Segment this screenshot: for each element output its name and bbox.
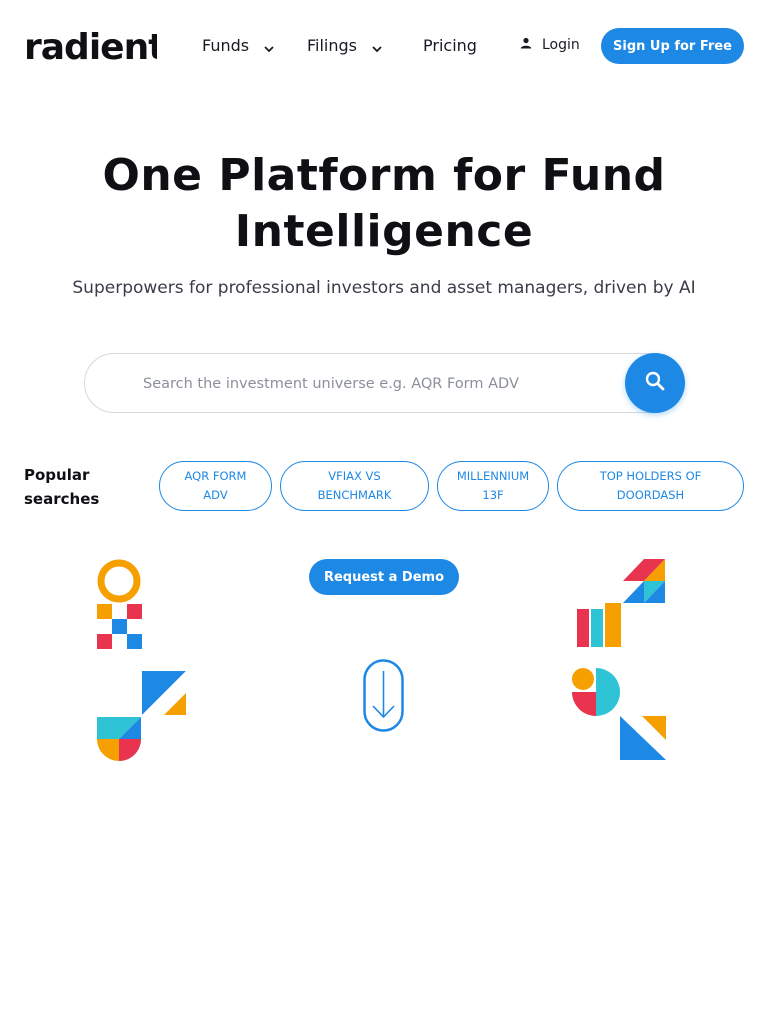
hero-subtitle: Superpowers for professional investors a… bbox=[72, 278, 696, 298]
decorative-shapes-bottom-right bbox=[572, 668, 668, 764]
nav-filings-label: Filings bbox=[307, 36, 358, 55]
nav-funds-menu[interactable]: Funds bbox=[202, 36, 275, 55]
chip-text-line1: MILLENNIUM bbox=[456, 469, 530, 483]
decorative-shapes-top-right bbox=[575, 559, 667, 653]
chip-text-line1: AQR FORM bbox=[184, 469, 247, 483]
popular-chip-millennium-13f[interactable]: MILLENNIUM 13F bbox=[437, 461, 549, 511]
svg-text:radient: radient bbox=[24, 29, 157, 63]
chip-text-line1: VFIAX VS bbox=[328, 469, 381, 483]
search-bar bbox=[84, 353, 684, 413]
radient-logo[interactable]: radient bbox=[24, 27, 166, 68]
arrow-down-icon[interactable] bbox=[363, 659, 404, 732]
top-navigation: radient Funds Filings Pricing Login Sign… bbox=[0, 0, 768, 92]
nav-pricing-label: Pricing bbox=[423, 36, 477, 55]
sign-up-button[interactable]: Sign Up for Free bbox=[601, 28, 744, 64]
decorative-shapes-bottom-left bbox=[96, 671, 188, 765]
hero-title: One Platform for Fund Intelligence bbox=[0, 148, 768, 260]
request-demo-button[interactable]: Request a Demo bbox=[309, 559, 459, 595]
search-input[interactable] bbox=[143, 372, 613, 396]
decorative-shapes-top-left bbox=[96, 559, 144, 653]
nav-filings-menu[interactable]: Filings bbox=[307, 36, 383, 55]
popular-label-line1: Popular bbox=[24, 466, 90, 484]
popular-chip-top-holders-doordash[interactable]: TOP HOLDERS OF DOORDASH bbox=[557, 461, 744, 511]
chip-text-line2: DOORDASH bbox=[616, 488, 685, 502]
hero-title-line2: Intelligence bbox=[234, 206, 534, 257]
chevron-down-icon bbox=[371, 40, 383, 52]
chip-text-line1: TOP HOLDERS OF bbox=[599, 469, 702, 483]
popular-searches-label: Popular searches bbox=[24, 463, 134, 511]
user-icon bbox=[520, 37, 532, 53]
nav-pricing-link[interactable]: Pricing bbox=[423, 36, 477, 55]
login-label: Login bbox=[542, 37, 580, 53]
popular-label-line2: searches bbox=[24, 490, 100, 508]
chevron-down-icon bbox=[263, 40, 275, 52]
chip-text-line2: ADV bbox=[203, 488, 228, 502]
search-icon bbox=[644, 370, 666, 396]
chip-text-line2: 13F bbox=[482, 488, 504, 502]
popular-chip-vfiax-vs-benchmark[interactable]: VFIAX VS BENCHMARK bbox=[280, 461, 429, 511]
hero-title-line1: One Platform for Fund bbox=[102, 150, 666, 201]
search-button[interactable] bbox=[625, 353, 685, 413]
nav-funds-label: Funds bbox=[202, 36, 250, 55]
chip-text-line2: BENCHMARK bbox=[317, 488, 392, 502]
login-link[interactable]: Login bbox=[520, 37, 580, 53]
popular-chip-aqr-form-adv[interactable]: AQR FORM ADV bbox=[159, 461, 272, 511]
